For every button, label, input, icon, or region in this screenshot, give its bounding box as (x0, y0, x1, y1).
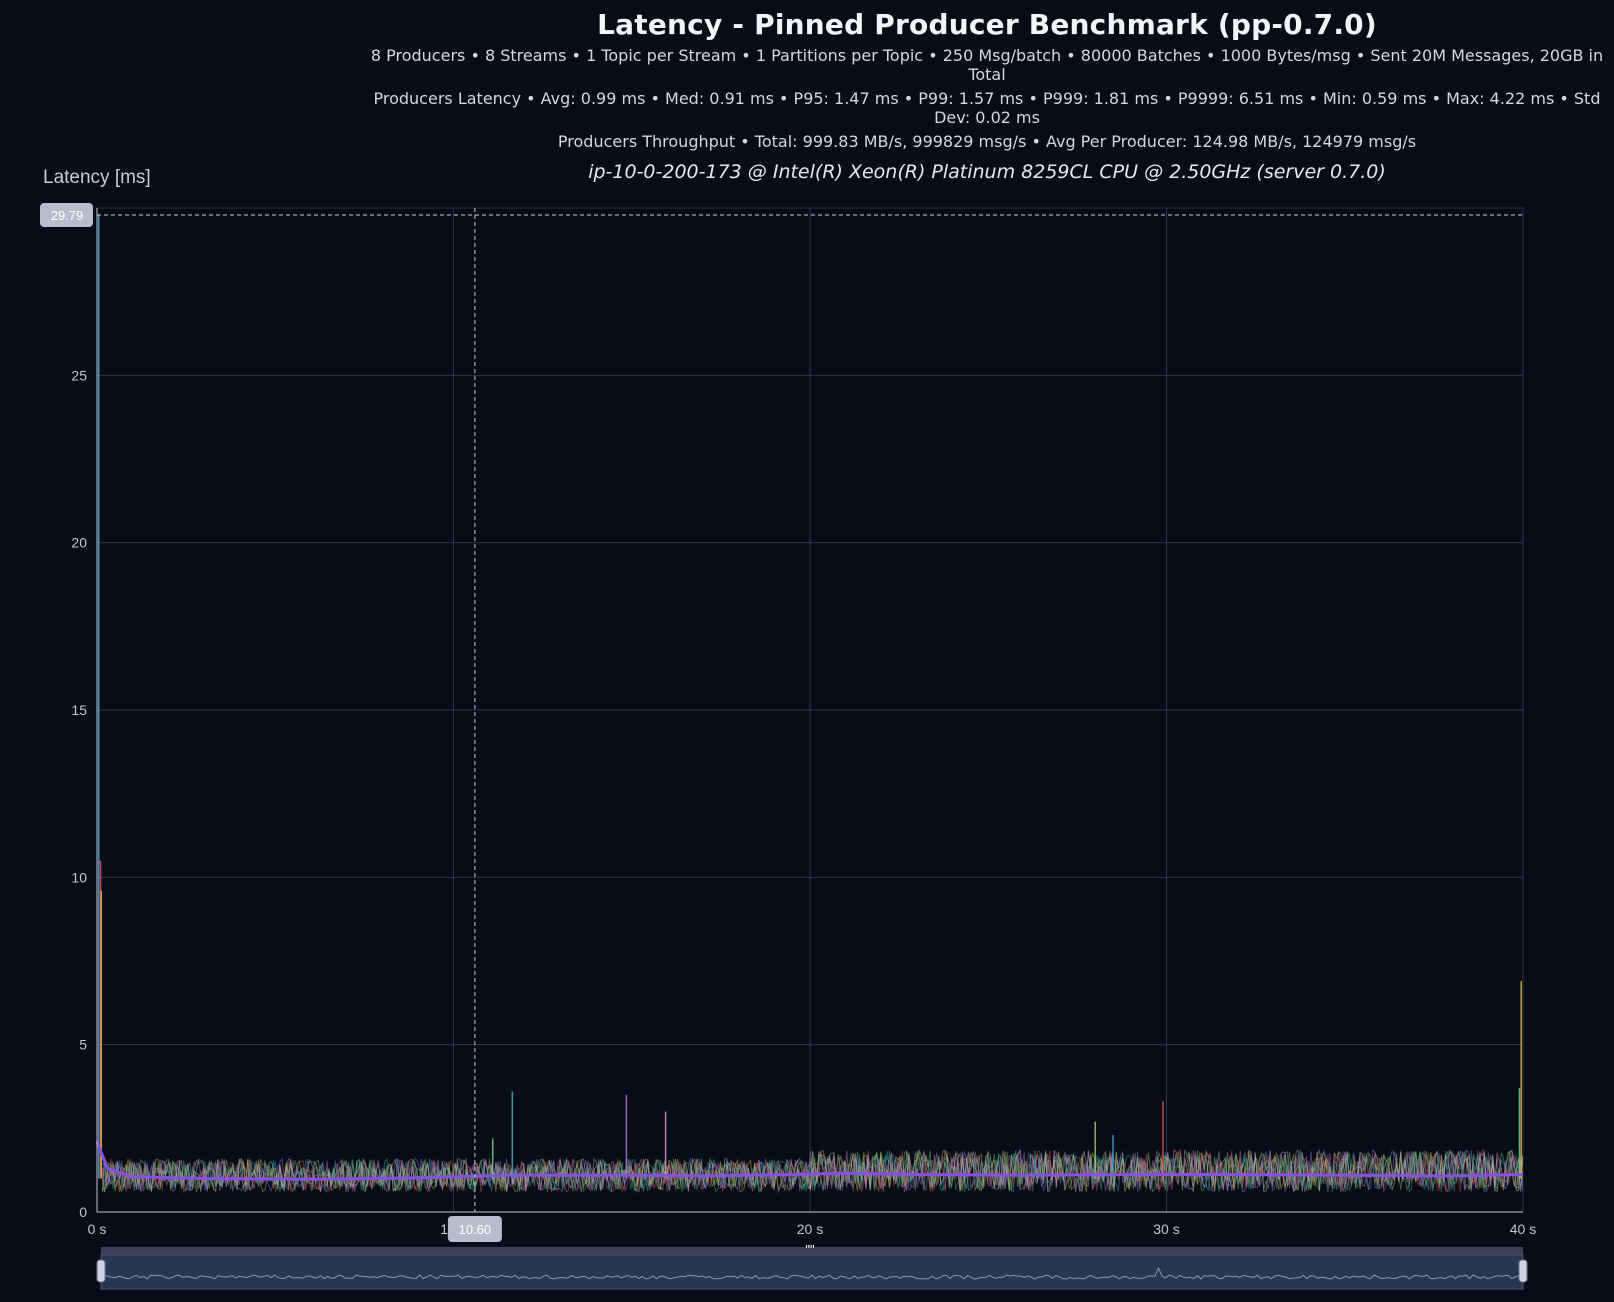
range-slider[interactable]: "" (96, 1242, 1528, 1290)
slider-right-handle[interactable] (1518, 1259, 1528, 1283)
crosshair-y-value: 29.79 (51, 208, 84, 223)
y-tick-label: 25 (71, 367, 87, 383)
y-tick-label: 0 (79, 1204, 87, 1220)
grid (96, 207, 1524, 1213)
x-tick-label: 40 s (1510, 1221, 1536, 1237)
latency-chart[interactable]: 05101520250 s10 s20 s30 s40 s 29.7910.60… (0, 0, 1614, 1302)
y-tick-label: 15 (71, 702, 87, 718)
y-tick-label: 5 (79, 1037, 87, 1053)
y-tick-label: 10 (71, 869, 87, 885)
slider-left-handle[interactable] (96, 1259, 106, 1283)
x-tick-label: 30 s (1153, 1221, 1179, 1237)
x-tick-label: 20 s (797, 1221, 823, 1237)
crosshair: 29.79 10.60 (40, 203, 1523, 1242)
y-tick-label: 20 (71, 535, 87, 551)
crosshair-x-value: 10.60 (459, 1222, 492, 1237)
x-tick-label: 0 s (88, 1221, 107, 1237)
producer-latency-band (101, 1148, 1524, 1194)
slider-window[interactable] (100, 1254, 1524, 1290)
axes: 05101520250 s10 s20 s30 s40 s (71, 208, 1536, 1237)
